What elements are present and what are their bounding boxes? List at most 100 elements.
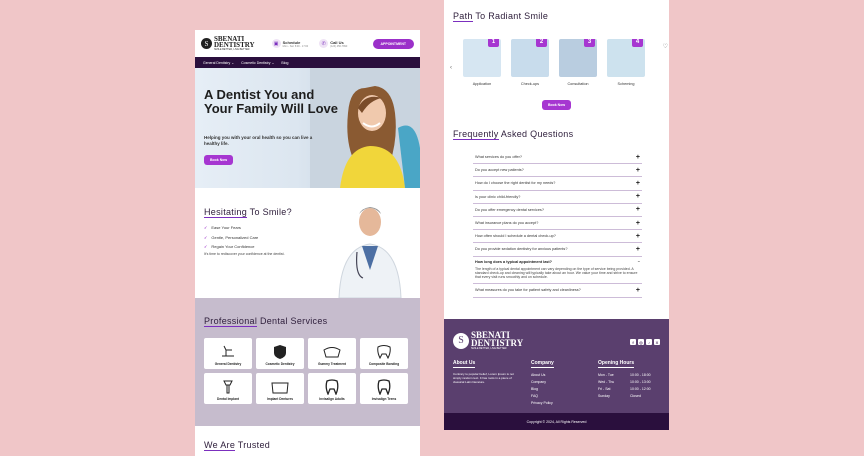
path-section: Path To Radiant Smile ‹ 1 Application 2 Ch…	[444, 0, 669, 111]
footer-link[interactable]: Privacy Policy	[531, 401, 598, 405]
hero-subtitle: Helping you with your oral health so you…	[204, 135, 313, 146]
brand-logo[interactable]: S SBENATI DENTISTRY SMILE BETTER, LIVE B…	[201, 36, 255, 51]
nav-cosmetic-dentistry[interactable]: Cosmetic Dentistry ⌄	[241, 61, 274, 65]
site-header: S SBENATI DENTISTRY SMILE BETTER, LIVE B…	[195, 30, 420, 57]
faq-answer: The length of a typical dental appointme…	[475, 266, 638, 280]
shield-tooth-icon	[274, 345, 286, 359]
benefit-item: ✓ Ease Your Fears	[204, 225, 241, 230]
social-links: f ◎ ♪ X	[630, 339, 660, 345]
homepage-preview-bottom: Path To Radiant Smile ‹ 1 Application 2 Ch…	[444, 0, 669, 430]
faq-list: What services do you offer? + Do you acce…	[473, 151, 642, 298]
tooth-logo-icon: S	[201, 38, 212, 49]
call-detail: (123) 456-7890	[330, 44, 348, 48]
faq-item[interactable]: What services do you offer? +	[473, 151, 642, 165]
schedule-info: ▣ Schedule Mon - Sat: 8:00 - 17:00	[271, 39, 309, 48]
hesitating-section: Hesitating To Smile? ✓ Ease Your Fears ✓ G…	[195, 188, 420, 298]
step-photo: 2	[511, 39, 549, 77]
service-card[interactable]: Invisalign Adults	[308, 373, 356, 404]
tooth-logo-icon: S	[453, 332, 469, 349]
check-icon: ✓	[204, 234, 208, 240]
faq-item[interactable]: Do you provide sedation dentistry for an…	[473, 243, 642, 257]
plus-icon: +	[635, 286, 640, 294]
nav-general-dentistry[interactable]: General Dentistry ⌄	[203, 61, 234, 65]
faq-item[interactable]: Do you offer emergency dental services? +	[473, 204, 642, 217]
copyright-bar: Copyright © 2024, All Rights Reserved	[444, 413, 669, 430]
appointment-button[interactable]: APPOINTMENT	[372, 38, 414, 49]
service-card[interactable]: Invisalign Teens	[360, 373, 408, 404]
hero-book-now-button[interactable]: Book Now	[204, 155, 234, 165]
services-title: Professional Dental Services	[204, 316, 328, 327]
faq-item-expanded[interactable]: How long does a typical appointment last…	[473, 257, 642, 285]
step-photo: 4	[607, 39, 645, 77]
phone-icon: ✆	[319, 39, 329, 48]
faq-item[interactable]: Do you accept new patients? +	[473, 164, 642, 178]
plus-icon: +	[635, 245, 640, 253]
instagram-icon[interactable]: ◎	[638, 339, 644, 345]
hesitating-title: Hesitating To Smile?	[204, 207, 292, 218]
trusted-title: We Are Trusted	[204, 440, 271, 451]
benefit-item: ✓ Gentle, Personalized Care	[204, 234, 259, 240]
dentures-icon	[271, 382, 289, 394]
tiktok-icon[interactable]: ♪	[646, 339, 652, 345]
hero-section: A Dentist You and Your Family Will Love …	[195, 68, 420, 188]
dental-chair-icon	[222, 345, 234, 357]
brand-tagline: SMILE BETTER, LIVE BETTER.	[214, 48, 251, 51]
path-book-now-button[interactable]: Book Now	[541, 100, 572, 110]
services-section: Professional Dental Services General Den…	[195, 298, 420, 426]
plus-icon: +	[635, 193, 640, 201]
check-icon: ✓	[204, 244, 208, 249]
service-card[interactable]: Composite Bonding	[360, 338, 408, 369]
bonding-tooth-icon	[377, 345, 391, 360]
footer-logo[interactable]: S SBENATI DENTISTRY SMILE BETTER, LIVE B…	[453, 331, 660, 350]
trusted-section: We Are Trusted	[195, 426, 420, 456]
schedule-detail: Mon - Sat: 8:00 - 17:00	[282, 44, 309, 48]
faq-item[interactable]: What measures do you take for patient sa…	[473, 284, 642, 298]
doctor-photo	[329, 200, 411, 298]
main-nav: General Dentistry ⌄ Cosmetic Dentistry ⌄…	[195, 57, 420, 68]
aligner-icon	[325, 379, 339, 395]
plus-icon: +	[635, 153, 640, 161]
hero-title: A Dentist You and Your Family Will Love	[204, 87, 338, 116]
step-photo: 1	[463, 39, 501, 77]
footer-link[interactable]: Blog	[531, 387, 598, 391]
step-scheming: 4 Scheming	[607, 39, 645, 86]
plus-icon: +	[635, 206, 640, 214]
services-grid: General Dentistry Cosmetic Dentistry Gum…	[204, 338, 411, 404]
check-icon: ✓	[204, 225, 208, 230]
footer-link[interactable]: FAQ	[531, 394, 598, 398]
faq-item[interactable]: Is your clinic child-friendly? +	[473, 191, 642, 204]
service-card[interactable]: Cosmetic Dentistry	[256, 338, 304, 369]
calendar-icon: ▣	[271, 39, 281, 48]
footer-hours: Opening Hours Mon - Tue 10:00 - 18:00 Wed…	[598, 360, 651, 398]
site-footer: S SBENATI DENTISTRY SMILE BETTER, LIVE B…	[444, 319, 669, 413]
plus-icon: +	[635, 232, 640, 240]
benefit-item: ✓ Regain Your Confidence	[204, 244, 255, 249]
service-card[interactable]: General Dentistry	[204, 338, 252, 369]
step-checkups: 2 Check-ups	[511, 39, 549, 86]
nav-blog[interactable]: Blog	[281, 61, 288, 65]
step-consultation: 3 Consultation	[559, 39, 597, 86]
step-photo: 3	[559, 39, 597, 77]
path-title: Path To Radiant Smile	[453, 11, 549, 22]
gum-icon	[323, 347, 341, 358]
facebook-icon[interactable]: f	[630, 339, 636, 345]
service-card[interactable]: Implant Dentures	[256, 373, 304, 404]
step-application: 1 Application	[463, 39, 501, 86]
tooth-outline-icon: ♡	[662, 44, 668, 50]
footer-link[interactable]: Company	[531, 380, 598, 384]
homepage-preview-top: S SBENATI DENTISTRY SMILE BETTER, LIVE B…	[195, 30, 420, 456]
footer-link[interactable]: About Us	[531, 373, 598, 377]
service-card[interactable]: Dental Implant	[204, 373, 252, 404]
plus-icon: +	[635, 166, 640, 174]
faq-title: Frequently Asked Questions	[453, 129, 574, 140]
chevron-left-icon[interactable]: ‹	[450, 65, 452, 71]
faq-item[interactable]: How do I choose the right dentist for my…	[473, 177, 642, 191]
x-icon[interactable]: X	[654, 339, 660, 345]
faq-section: Frequently Asked Questions What services…	[444, 111, 669, 298]
footer-about: About Us Contrary to popular belief, Lor…	[453, 360, 514, 384]
faq-item[interactable]: What insurance plans do you accept? +	[473, 217, 642, 231]
faq-item[interactable]: How often should I schedule a dental che…	[473, 230, 642, 244]
steps-row: ‹ 1 Application 2 Check-ups 3 Consultation …	[450, 39, 668, 86]
service-card[interactable]: Gummy Treatment	[308, 338, 356, 369]
call-info[interactable]: ✆ Call Us (123) 456-7890	[319, 39, 347, 48]
